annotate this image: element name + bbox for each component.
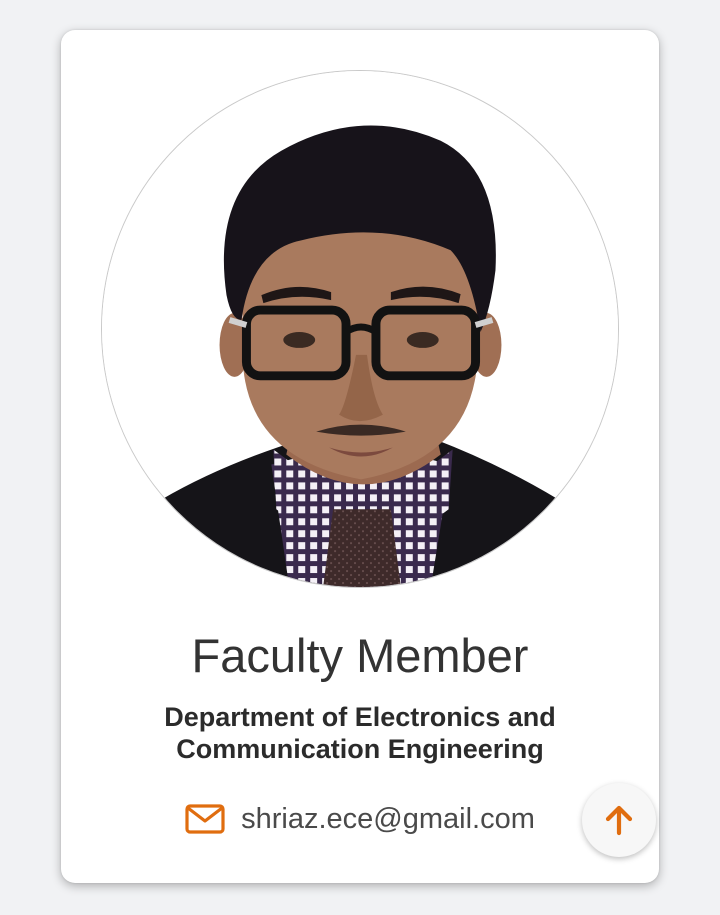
page: Faculty Member Department of Electronics… — [0, 0, 720, 915]
profile-title: Faculty Member — [191, 629, 529, 682]
email-link[interactable]: shriaz.ece@gmail.com — [241, 799, 535, 839]
envelope-icon — [185, 804, 225, 834]
arrow-up-icon — [605, 805, 633, 836]
profile-photo — [101, 70, 619, 588]
department-name: Department of Electronics and Communicat… — [164, 702, 556, 764]
profile-card: Faculty Member Department of Electronics… — [61, 30, 659, 883]
email-row[interactable]: shriaz.ece@gmail.com — [61, 799, 659, 839]
scroll-to-top-button[interactable] — [582, 783, 656, 857]
